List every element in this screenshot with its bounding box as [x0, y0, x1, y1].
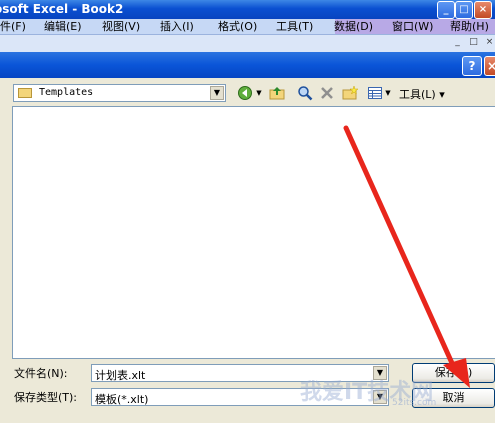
file-type-label: 保存类型(T):	[14, 391, 78, 404]
chevron-down-icon[interactable]: ▼	[210, 86, 224, 100]
dialog-help-button[interactable]: ?	[462, 56, 482, 76]
document-controls-row: _ □ ×	[0, 35, 495, 52]
file-type-dropdown-icon[interactable]: ▼	[373, 390, 387, 404]
tools-label: 工具(L)	[399, 88, 436, 101]
folder-icon	[18, 88, 32, 98]
doc-minimize-button[interactable]: _	[452, 37, 463, 48]
menu-bar: 件(F) 编辑(E) 视图(V) 插入(I) 格式(O) 工具(T) 数据(D)…	[0, 19, 495, 35]
save-as-dialog: Templates ▼ ▼ ▼ 工具(L) ▾ 文件名(N): 计划表.xlt …	[0, 78, 495, 423]
back-dropdown-icon[interactable]: ▼	[255, 85, 263, 101]
app-titlebar: osoft Excel - Book2 _ □ ×	[0, 0, 495, 19]
file-list[interactable]	[12, 106, 495, 359]
menu-edit[interactable]: 编辑(E)	[44, 19, 82, 34]
views-dropdown-icon[interactable]: ▼	[384, 85, 392, 101]
save-in-value: Templates	[39, 87, 94, 98]
doc-restore-button[interactable]: □	[468, 37, 479, 48]
search-web-icon[interactable]	[296, 85, 314, 101]
menu-window[interactable]: 窗口(W)	[392, 19, 433, 34]
back-icon[interactable]	[236, 85, 254, 101]
menu-insert[interactable]: 插入(I)	[160, 19, 194, 34]
doc-close-button[interactable]: ×	[484, 37, 495, 48]
tools-menu-button[interactable]: 工具(L) ▾	[399, 86, 445, 102]
delete-icon[interactable]	[318, 85, 336, 101]
file-name-label: 文件名(N):	[14, 367, 68, 380]
menu-format[interactable]: 格式(O)	[218, 19, 257, 34]
app-title: osoft Excel - Book2	[0, 2, 124, 16]
menu-help[interactable]: 帮助(H)	[450, 19, 489, 34]
new-folder-icon[interactable]	[341, 85, 359, 101]
menu-tools[interactable]: 工具(T)	[276, 19, 313, 34]
menu-view[interactable]: 视图(V)	[102, 19, 140, 34]
minimize-button[interactable]: _	[437, 1, 455, 19]
file-type-value: 模板(*.xlt)	[95, 393, 149, 406]
watermark-url: 52its.com	[392, 398, 437, 408]
views-icon[interactable]	[366, 85, 384, 101]
menu-file[interactable]: 件(F)	[0, 19, 26, 34]
file-name-dropdown-icon[interactable]: ▼	[373, 366, 387, 380]
dialog-titlebar: ? ×	[0, 52, 495, 78]
save-button[interactable]: 保存(S)	[412, 363, 495, 383]
dialog-close-button[interactable]: ×	[484, 56, 495, 76]
file-name-field[interactable]: 计划表.xlt ▼	[91, 364, 389, 382]
menu-data[interactable]: 数据(D)	[334, 19, 373, 34]
up-folder-icon[interactable]	[268, 85, 286, 101]
close-app-button[interactable]: ×	[474, 1, 492, 19]
file-type-select[interactable]: 模板(*.xlt) ▼	[91, 388, 389, 406]
maximize-button[interactable]: □	[455, 1, 473, 19]
save-in-dropdown[interactable]: Templates ▼	[13, 84, 226, 102]
file-name-value: 计划表.xlt	[95, 369, 146, 382]
